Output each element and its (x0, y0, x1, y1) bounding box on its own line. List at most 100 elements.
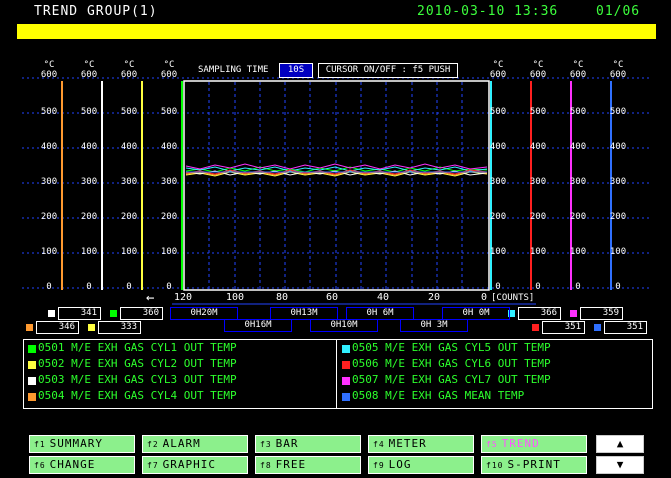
fkey-number: f9 (373, 461, 385, 470)
sampling-time-value[interactable]: 10S (279, 63, 313, 78)
right-tick-label: 400 (569, 142, 587, 152)
cyl2-legend-icon (28, 361, 36, 369)
summary-key[interactable]: f1 SUMMARY (29, 435, 135, 453)
s-print-key[interactable]: f10 S-PRINT (481, 456, 587, 474)
status-bar (17, 24, 656, 39)
left-tick-label: 500 (120, 107, 138, 117)
cyl7-scale-value: 359 (580, 307, 623, 320)
cyl3-legend-icon (28, 377, 36, 385)
fkey-number: f6 (34, 461, 46, 470)
left-tick-label: 200 (120, 212, 138, 222)
time-marker: 0H16M (224, 319, 292, 332)
trend-key[interactable]: f5 TREND (481, 435, 587, 453)
cyl1-scale-value: 360 (120, 307, 163, 320)
unit-label-cyl4: °C (43, 60, 55, 70)
left-tick-label: 400 (120, 142, 138, 152)
left-tick-label: 300 (40, 177, 58, 187)
left-tick-label: 400 (160, 142, 178, 152)
alarm-key[interactable]: f2 ALARM (142, 435, 248, 453)
left-tick-label: 400 (40, 142, 58, 152)
left-tick-label: 100 (120, 247, 138, 257)
left-tick-label: 600 (160, 70, 178, 80)
left-tick-label: 200 (160, 212, 178, 222)
fkey-number: f3 (260, 440, 272, 449)
mean-legend-icon (342, 393, 350, 401)
unit-label-cyl1: °C (163, 60, 175, 70)
legend-item-cyl3: 0503 M/E EXH GAS CYL3 OUT TEMP (38, 373, 237, 386)
mean-scale-value: 351 (604, 321, 647, 334)
right-tick-label: 200 (489, 212, 507, 222)
right-tick-label: 500 (609, 107, 627, 117)
fkey-label: SUMMARY (49, 437, 103, 450)
time-marker: 0H 3M (400, 319, 468, 332)
right-tick-label: 600 (489, 70, 507, 80)
right-tick-label: 200 (569, 212, 587, 222)
cyl1-legend-icon (28, 345, 36, 353)
right-tick-label: 200 (529, 212, 547, 222)
cyl6-scale-value: 351 (542, 321, 585, 334)
right-tick-label: 400 (609, 142, 627, 152)
right-tick-label: 400 (489, 142, 507, 152)
legend-divider (336, 340, 337, 408)
cyl3-scale-value: 341 (58, 307, 101, 320)
plot-frame (183, 80, 490, 291)
left-tick-label: 500 (80, 107, 98, 117)
right-tick-label: 0 (615, 282, 621, 292)
left-tick-label: 400 (80, 142, 98, 152)
scroll-left-arrow-icon[interactable]: ← (146, 290, 154, 306)
time-unit-label: [COUNTS] (491, 293, 535, 303)
unit-label-cyl5: °C (492, 60, 504, 70)
cyl5-legend-icon (342, 345, 350, 353)
left-tick-label: 600 (120, 70, 138, 80)
left-tick-label: 300 (160, 177, 178, 187)
left-tick-label: 0 (86, 282, 92, 292)
datetime-display: 2010-03-10 13:36 (417, 4, 559, 19)
fkey-number: f1 (34, 440, 46, 449)
right-tick-label: 300 (569, 177, 587, 187)
graphic-key[interactable]: f7 GRAPHIC (142, 456, 248, 474)
legend-item-cyl1: 0501 M/E EXH GAS CYL1 OUT TEMP (38, 341, 237, 354)
fkey-label: BAR (275, 437, 299, 450)
right-tick-label: 500 (529, 107, 547, 117)
unit-label-mean: °C (612, 60, 624, 70)
fkey-number: f10 (486, 461, 504, 470)
right-tick-label: 300 (529, 177, 547, 187)
right-tick-label: 0 (535, 282, 541, 292)
page-title: TREND GROUP(1) (34, 4, 158, 19)
fkey-label: S-PRINT (507, 458, 561, 471)
unit-label-cyl7: °C (572, 60, 584, 70)
legend-item-cyl2: 0502 M/E EXH GAS CYL2 OUT TEMP (38, 357, 237, 370)
unit-label-cyl2: °C (123, 60, 135, 70)
free-key[interactable]: f8 FREE (255, 456, 361, 474)
page-up-button[interactable]: ▲ (596, 435, 644, 453)
fkey-number: f2 (147, 440, 159, 449)
left-tick-label: 200 (40, 212, 58, 222)
cursor-toggle-hint: CURSOR ON/OFF : f5 PUSH (318, 63, 458, 78)
fkey-number: f8 (260, 461, 272, 470)
left-tick-label: 0 (46, 282, 52, 292)
right-tick-label: 0 (495, 282, 501, 292)
change-key[interactable]: f6 CHANGE (29, 456, 135, 474)
vertical-gridlines (208, 82, 463, 289)
cyl5-scale-value: 366 (518, 307, 561, 320)
log-key[interactable]: f9 LOG (368, 456, 474, 474)
fkey-label: METER (388, 437, 427, 450)
left-tick-label: 600 (80, 70, 98, 80)
legend-item-mean: 0508 M/E EXH GAS MEAN TEMP (352, 389, 525, 402)
legend-item-cyl7: 0507 M/E EXH GAS CYL7 OUT TEMP (352, 373, 551, 386)
time-tick-label: 20 (428, 292, 441, 303)
cyl2-marker-icon (88, 324, 95, 331)
right-tick-label: 500 (489, 107, 507, 117)
fkey-number: f7 (147, 461, 159, 470)
right-tick-label: 200 (609, 212, 627, 222)
unit-label-cyl6: °C (532, 60, 544, 70)
bar-key[interactable]: f3 BAR (255, 435, 361, 453)
fkey-label: LOG (388, 458, 412, 471)
right-tick-label: 600 (529, 70, 547, 80)
cyl6-marker-icon (532, 324, 539, 331)
page-down-button[interactable]: ▼ (596, 456, 644, 474)
right-tick-label: 600 (609, 70, 627, 80)
cyl4-scale-value: 346 (36, 321, 79, 334)
meter-key[interactable]: f4 METER (368, 435, 474, 453)
trend-lines (185, 163, 488, 177)
